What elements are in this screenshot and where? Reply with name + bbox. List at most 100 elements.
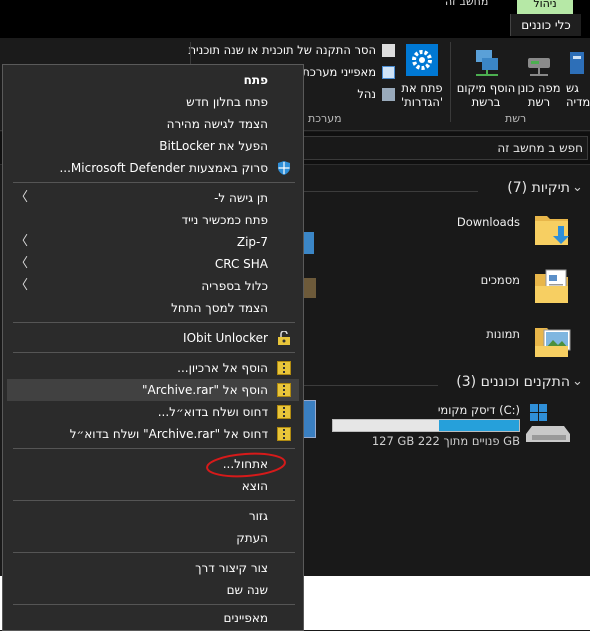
- menu-item-label: פתח כמכשיר נייד: [181, 213, 268, 227]
- menu-separator: [13, 182, 295, 183]
- menu-item-label: CRC SHA: [214, 257, 268, 271]
- menu-item-7zip[interactable]: 〈 7-Zip: [7, 231, 299, 253]
- open-settings-button-line2[interactable]: 'הגדרות': [396, 95, 448, 109]
- chevron-left-icon: 〈: [15, 190, 29, 205]
- menu-item-label: העתק: [236, 531, 268, 545]
- network-group-label: רשת: [505, 112, 527, 125]
- menu-item-pin-start[interactable]: הצמד למסך התחל: [7, 297, 299, 319]
- annotation-circle: [206, 452, 286, 478]
- menu-item-add-to-archive-rar[interactable]: הוסף אל "Archive.rar": [7, 379, 299, 401]
- menu-item-copy[interactable]: העתק: [7, 527, 299, 549]
- tab-manage[interactable]: ניהול: [517, 0, 573, 14]
- documents-folder-icon[interactable]: [532, 266, 572, 308]
- menu-item-open[interactable]: פתח: [7, 69, 299, 91]
- menu-item-label: דחוס אל "Archive.rar" ושלח בדוא״ל: [69, 427, 268, 441]
- chevron-down-icon[interactable]: ⌄: [572, 180, 583, 195]
- menu-item-open-portable[interactable]: פתח כמכשיר נייד: [7, 209, 299, 231]
- winrar-archive-icon: [277, 427, 291, 441]
- menu-item-include-library[interactable]: 〈 כלול בספריה: [7, 275, 299, 297]
- menu-item-label: 7-Zip: [236, 235, 268, 249]
- menu-item-properties[interactable]: מאפיינים: [7, 607, 299, 629]
- defender-shield-icon: [278, 161, 290, 175]
- menu-item-compress-rar-email[interactable]: דחוס אל "Archive.rar" ושלח בדוא״ל: [7, 423, 299, 445]
- add-location-button-line1[interactable]: הוסף מיקום: [456, 81, 516, 95]
- menu-item-label: תן גישה ל-: [214, 191, 268, 205]
- menu-item-compress-email[interactable]: דחוס ושלח בדוא״ל...: [7, 401, 299, 423]
- menu-separator: [13, 500, 295, 501]
- menu-item-add-to-archive[interactable]: הוסף אל ארכיון...: [7, 357, 299, 379]
- section-divider: [300, 385, 438, 386]
- ribbon-divider: [450, 42, 451, 122]
- menu-item-label: IObit Unlocker: [183, 331, 268, 345]
- menu-item-label: צור קיצור דרך: [195, 561, 268, 575]
- menu-item-open-new-window[interactable]: פתח בחלון חדש: [7, 91, 299, 113]
- menu-item-give-access[interactable]: 〈 תן גישה ל-: [7, 187, 299, 209]
- drive-usage-fill: [439, 420, 519, 431]
- search-box[interactable]: חפש ב מחשב זה: [300, 136, 588, 160]
- chevron-left-icon: 〈: [15, 256, 29, 271]
- menu-item-label: הוסף אל "Archive.rar": [141, 383, 268, 397]
- menu-item-label: מאפיינים: [223, 611, 268, 625]
- menu-separator: [13, 552, 295, 553]
- folders-section-header[interactable]: תיקיות (7): [480, 180, 570, 196]
- folder-name[interactable]: Downloads: [420, 215, 520, 229]
- context-menu: פתח פתח בחלון חדש הצמד לגישה מהירה הפעל …: [2, 64, 304, 631]
- system-properties-button[interactable]: מאפייני מערכת: [300, 65, 376, 79]
- tab-this-pc[interactable]: מחשב זה: [445, 0, 505, 8]
- system-group-label: מערכת: [308, 112, 342, 125]
- media-button-line2[interactable]: מדיה: [566, 95, 590, 109]
- media-button-line1[interactable]: גש: [566, 81, 590, 95]
- drive-free-space: 127 GB פנויים מתוך 222 GB: [371, 434, 520, 448]
- menu-item-label: הצמד למסך התחל: [171, 301, 268, 315]
- menu-item-create-shortcut[interactable]: צור קיצור דרך: [7, 557, 299, 579]
- menu-item-bitlocker[interactable]: הפעל את BitLocker: [7, 135, 299, 157]
- system-properties-icon: [382, 66, 395, 79]
- menu-separator: [13, 604, 295, 605]
- winrar-archive-icon: [277, 361, 291, 375]
- menu-item-rename[interactable]: שנה שם: [7, 579, 299, 601]
- winrar-archive-icon: [277, 383, 291, 397]
- menu-item-defender-scan[interactable]: סרוק באמצעות Microsoft Defender...: [7, 157, 299, 179]
- search-placeholder: חפש ב מחשב זה: [497, 141, 583, 155]
- add-location-button-line2[interactable]: ברשת: [456, 95, 516, 109]
- settings-gear-icon: [406, 44, 438, 76]
- map-drive-icon: [524, 48, 554, 78]
- devices-section-header[interactable]: התקנים וכוננים (3): [440, 374, 570, 390]
- local-disk-icon[interactable]: [526, 402, 574, 446]
- menu-item-label: הוסף אל ארכיון...: [177, 361, 268, 375]
- manage-button[interactable]: נהל: [340, 87, 376, 101]
- menu-item-label: שנה שם: [226, 583, 268, 597]
- map-drive-button-line2[interactable]: רשת: [512, 95, 566, 109]
- menu-item-crc-sha[interactable]: 〈 CRC SHA: [7, 253, 299, 275]
- chevron-left-icon: 〈: [15, 234, 29, 249]
- menu-separator: [13, 322, 295, 323]
- downloads-folder-icon[interactable]: [532, 208, 572, 250]
- map-drive-button-line1[interactable]: מפה כונן: [512, 81, 566, 95]
- menu-item-pin-quick-access[interactable]: הצמד לגישה מהירה: [7, 113, 299, 135]
- folder-name[interactable]: מסמכים: [420, 273, 520, 287]
- pictures-folder-icon[interactable]: [532, 320, 572, 362]
- section-divider: [300, 191, 478, 192]
- drive-name[interactable]: דיסק מקומי (C:): [400, 403, 520, 417]
- open-settings-button-line1[interactable]: פתח את: [396, 81, 448, 95]
- uninstall-icon: [382, 44, 395, 57]
- folder-name[interactable]: תמונות: [420, 327, 520, 341]
- menu-item-label: פתח: [243, 73, 268, 87]
- menu-item-label: גזור: [248, 509, 268, 523]
- uninstall-program-button[interactable]: הסר התקנה של תוכנית או שנה תוכנית: [188, 43, 376, 57]
- menu-item-label: הפעל את BitLocker: [159, 139, 268, 153]
- tab-drive-tools[interactable]: כלי כוננים: [510, 14, 581, 36]
- media-icon: [566, 46, 590, 80]
- add-network-location-icon: [470, 46, 504, 80]
- menu-item-label: סרוק באמצעות Microsoft Defender...: [59, 161, 268, 175]
- menu-item-cut[interactable]: גזור: [7, 505, 299, 527]
- menu-separator: [13, 352, 295, 353]
- manage-icon: [382, 88, 395, 101]
- menu-item-iobit-unlocker[interactable]: IObit Unlocker: [7, 327, 299, 349]
- unlocker-lock-icon: [278, 331, 290, 345]
- chevron-down-icon[interactable]: ⌄: [572, 374, 583, 389]
- menu-item-label: הוצא: [241, 479, 268, 493]
- drive-usage-bar: [332, 419, 520, 432]
- menu-item-label: הצמד לגישה מהירה: [166, 117, 268, 131]
- menu-item-label: דחוס ושלח בדוא״ל...: [157, 405, 268, 419]
